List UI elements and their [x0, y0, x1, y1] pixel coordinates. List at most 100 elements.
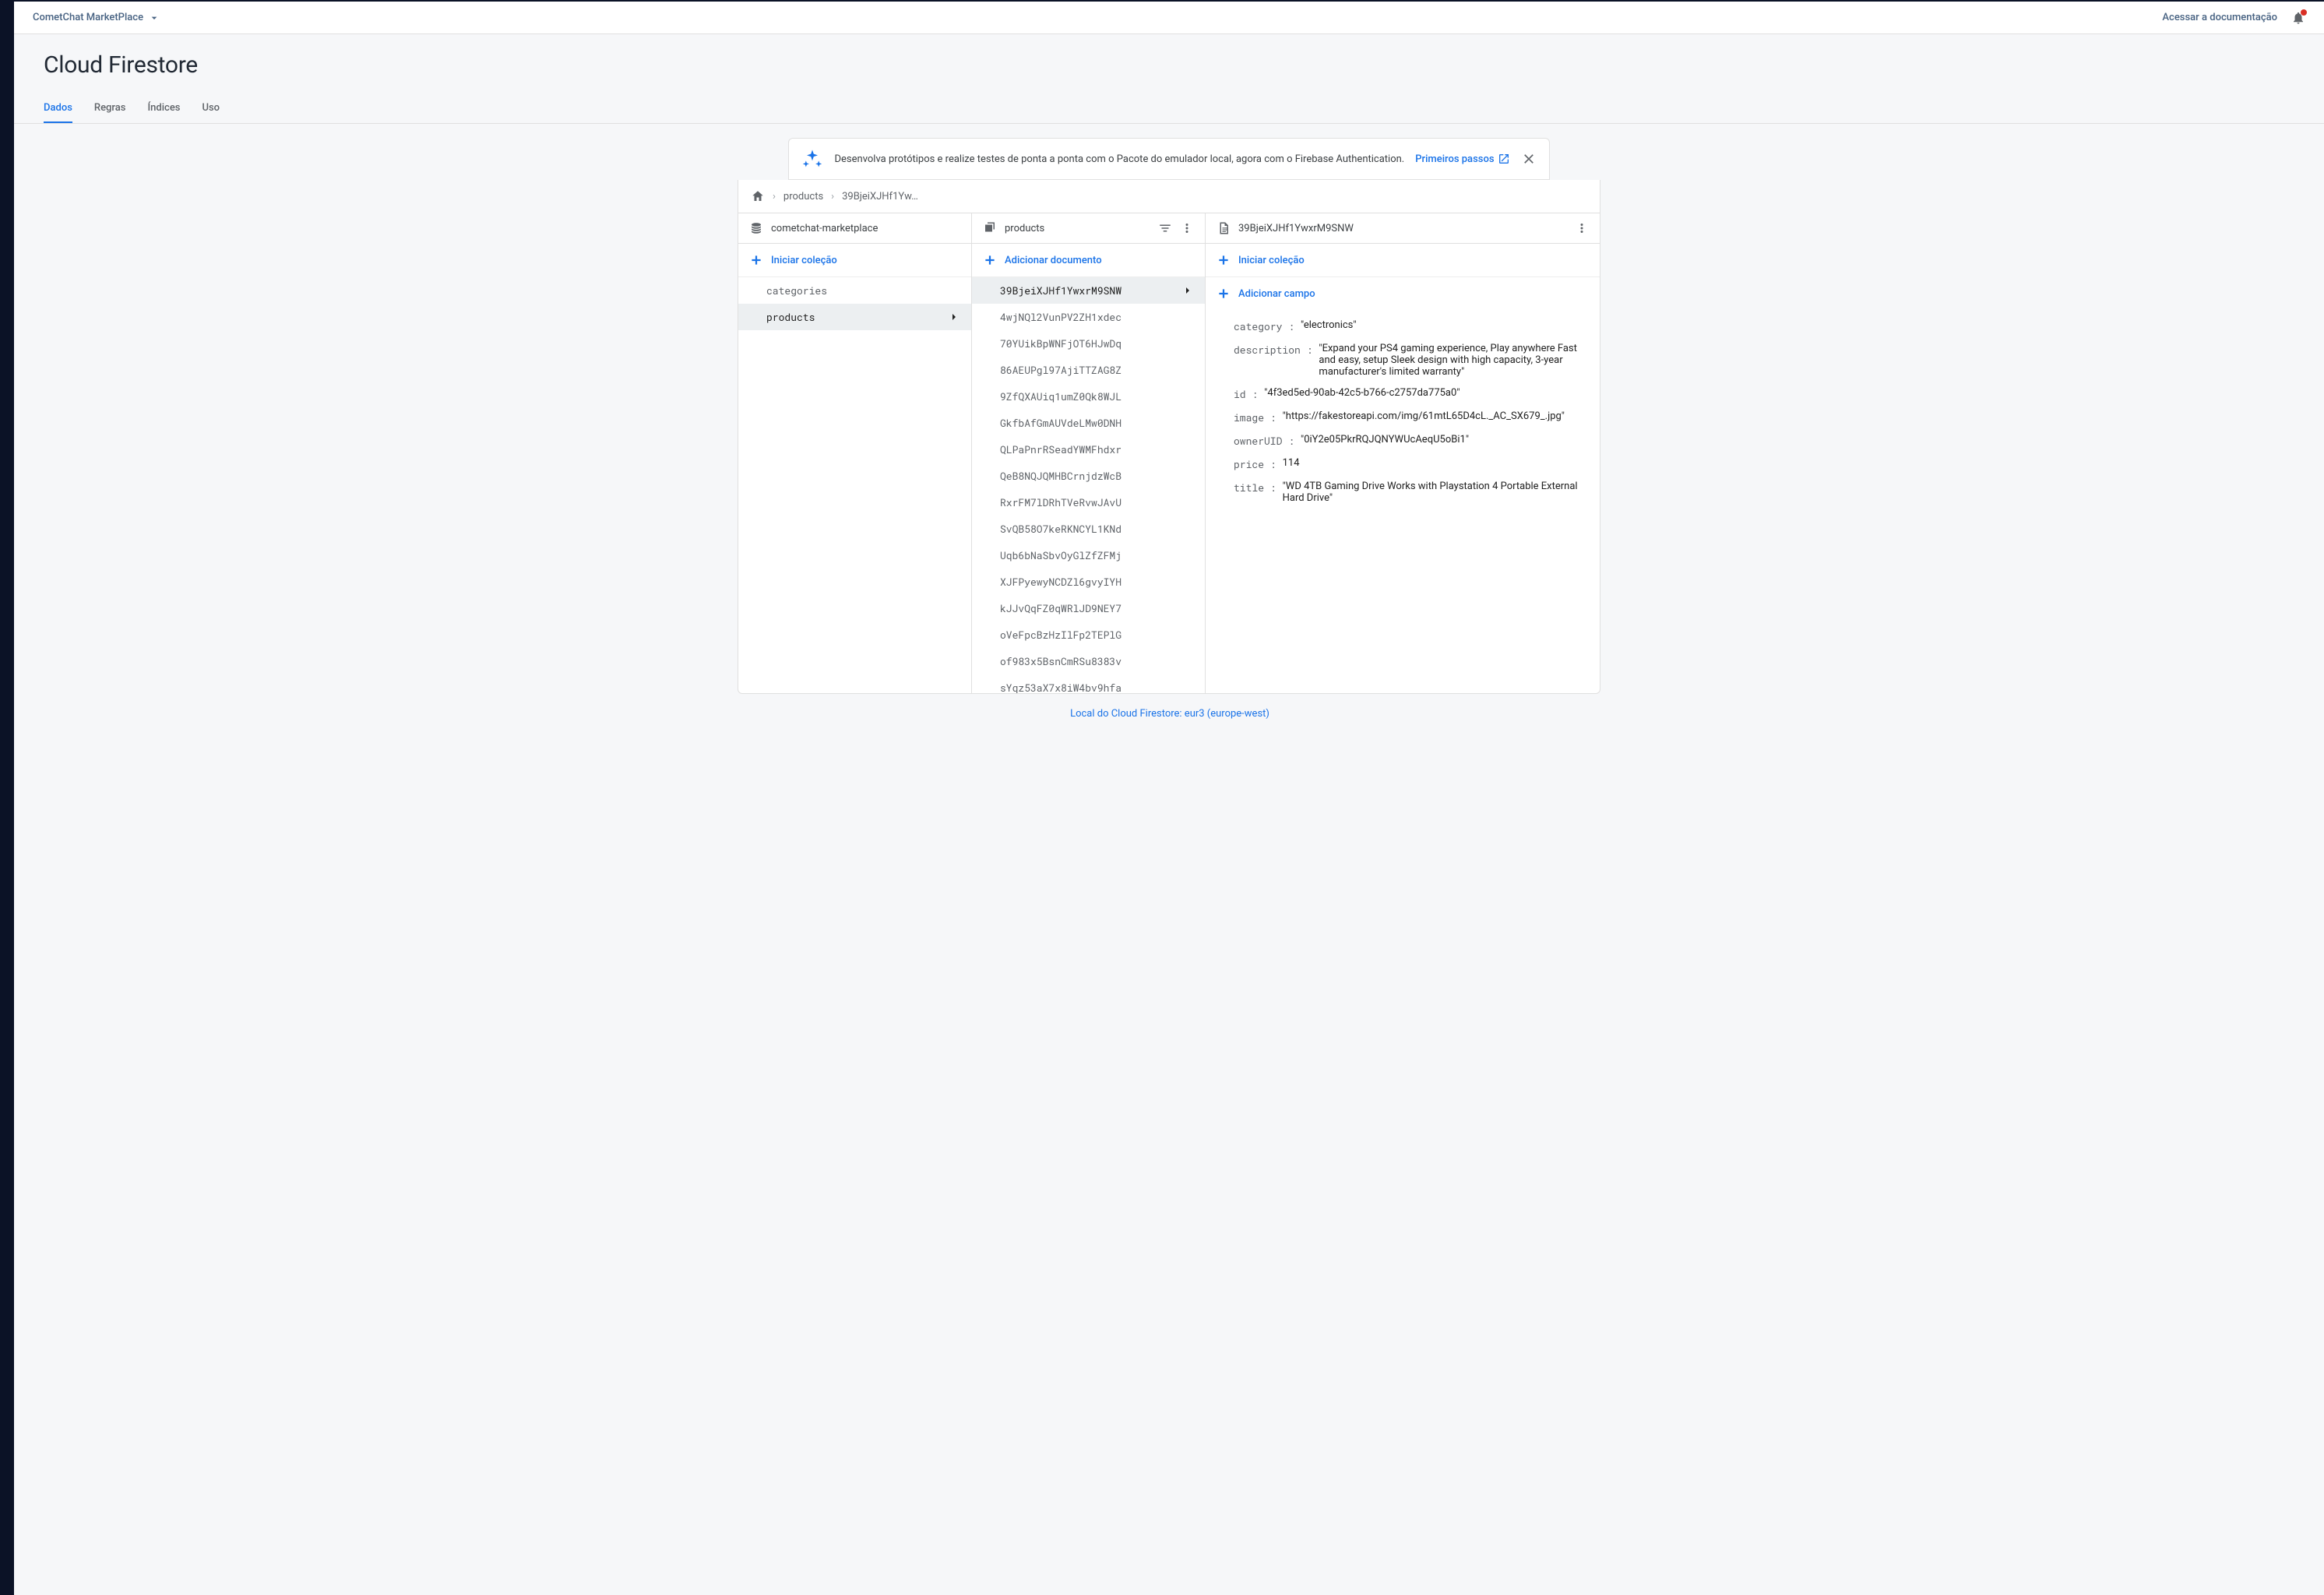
sparkle-icon	[801, 148, 823, 170]
document-item[interactable]: of983x5BsnCmRSu8383v	[972, 648, 1205, 674]
database-icon	[749, 221, 763, 235]
document-item-label: GkfbAfGmAUVdeLMw0DNH	[1000, 416, 1122, 430]
collections-list: categories products	[738, 277, 971, 693]
add-document-label: Adicionar documento	[1005, 255, 1102, 266]
field-row[interactable]: price : 114	[1206, 452, 1600, 476]
field-value: electronics	[1301, 319, 1357, 331]
field-key: title :	[1234, 481, 1276, 495]
add-field-label: Adicionar campo	[1238, 288, 1315, 300]
field-key: id :	[1234, 387, 1258, 401]
document-item-label: oVeFpcBzHzIlFp2TEPlG	[1000, 628, 1122, 642]
field-row[interactable]: description : Expand your PS4 gaming expe…	[1206, 338, 1600, 382]
notifications-button[interactable]	[2291, 11, 2305, 25]
field-key: description :	[1234, 343, 1312, 357]
document-item-label: Uqb6bNaSbvOyGlZfZFMj	[1000, 548, 1122, 562]
breadcrumb-document[interactable]: 39BjeiXJHf1Yw…	[842, 191, 918, 202]
field-row[interactable]: image : https://fakestoreapi.com/img/61mt…	[1206, 406, 1600, 429]
tab-índices[interactable]: Índices	[147, 94, 180, 123]
more-menu-icon[interactable]	[1180, 221, 1194, 235]
field-value: Expand your PS4 gaming experience, Play …	[1319, 343, 1586, 378]
field-value: 0iY2e05PkrRQJQNYWUcAeqU5oBi1	[1301, 434, 1469, 445]
document-item[interactable]: SvQB58O7keRKNCYL1KNd	[972, 516, 1205, 542]
document-item-label: SvQB58O7keRKNCYL1KNd	[1000, 522, 1122, 536]
documentation-link[interactable]: Acessar a documentação	[2162, 12, 2277, 23]
field-key: ownerUID :	[1234, 434, 1294, 448]
start-subcollection-label: Iniciar coleção	[1238, 255, 1305, 266]
document-icon	[1217, 221, 1231, 235]
panel-document-title: 39BjeiXJHf1YwxrM9SNW	[1238, 223, 1354, 234]
tab-uso[interactable]: Uso	[202, 94, 220, 123]
firestore-location-link[interactable]: Local do Cloud Firestore: eur3 (europe-w…	[1069, 708, 1269, 720]
plus-icon	[1217, 253, 1231, 267]
add-document-button[interactable]: Adicionar documento	[972, 244, 1205, 277]
field-value: https://fakestoreapi.com/img/61mtL65D4cL…	[1283, 410, 1565, 422]
field-key: category :	[1234, 319, 1294, 333]
banner-link[interactable]: Primeiros passos	[1415, 153, 1509, 165]
project-name: CometChat MarketPlace	[33, 12, 143, 23]
documents-list: 39BjeiXJHf1YwxrM9SNW 4wjNQl2VunPV2ZH1xdec…	[972, 277, 1205, 693]
tabs-bar: Dados Regras Índices Uso	[14, 94, 2324, 124]
tab-regras[interactable]: Regras	[94, 94, 126, 123]
document-item[interactable]: kJJvQqFZ0qWRlJD9NEY7	[972, 595, 1205, 621]
banner-link-label: Primeiros passos	[1415, 153, 1494, 165]
project-selector[interactable]: CometChat MarketPlace	[33, 12, 160, 24]
home-icon[interactable]	[751, 189, 765, 203]
document-item[interactable]: QLPaPnrRSeadYWMFhdxr	[972, 436, 1205, 463]
emulator-banner: Desenvolva protótipos e realize testes d…	[788, 138, 1549, 180]
field-row[interactable]: id :4f3ed5ed-90ab-42c5-b766-c2757da775a0	[1206, 382, 1600, 406]
app-sidebar[interactable]	[0, 0, 14, 1595]
document-item[interactable]: 39BjeiXJHf1YwxrM9SNW	[972, 277, 1205, 304]
document-item-label: 9ZfQXAUiq1umZ0Qk8WJL	[1000, 389, 1122, 403]
document-item-label: 70YUikBpWNFjOT6HJwDq	[1000, 336, 1122, 350]
field-row[interactable]: category : electronics	[1206, 315, 1600, 338]
plus-icon	[749, 253, 763, 267]
document-item-label: of983x5BsnCmRSu8383v	[1000, 654, 1122, 668]
add-field-button[interactable]: Adicionar campo	[1206, 277, 1600, 310]
more-menu-icon[interactable]	[1575, 221, 1589, 235]
notification-badge	[2301, 9, 2307, 16]
start-collection-label: Iniciar coleção	[771, 255, 837, 266]
document-item-label: sYqz53aX7x8iW4bv9hfa	[1000, 681, 1122, 693]
page-header: Cloud Firestore	[14, 34, 2324, 79]
document-item[interactable]: 86AEUPgl97AjiTTZAG8Z	[972, 357, 1205, 383]
document-item[interactable]: XJFPyewyNCDZl6gvyIYH	[972, 569, 1205, 595]
breadcrumb-collection[interactable]: products	[783, 191, 823, 202]
document-item[interactable]: Uqb6bNaSbvOyGlZfZFMj	[972, 542, 1205, 569]
start-collection-button[interactable]: Iniciar coleção	[738, 244, 971, 277]
document-item[interactable]: 9ZfQXAUiq1umZ0Qk8WJL	[972, 383, 1205, 410]
field-row[interactable]: title : WD 4TB Gaming Drive Works with Pl…	[1206, 476, 1600, 509]
document-item-label: QLPaPnrRSeadYWMFhdxr	[1000, 442, 1122, 456]
document-item[interactable]: QeB8NQJQMHBCrnjdzWcB	[972, 463, 1205, 489]
filter-icon[interactable]	[1158, 221, 1172, 235]
collection-item-label: categories	[766, 283, 827, 298]
panel-collection-title: products	[1005, 223, 1044, 234]
document-item[interactable]: GkfbAfGmAUVdeLMw0DNH	[972, 410, 1205, 436]
collection-item[interactable]: categories	[738, 277, 971, 304]
plus-icon	[983, 253, 997, 267]
document-item[interactable]: 70YUikBpWNFjOT6HJwDq	[972, 330, 1205, 357]
document-item-label: RxrFM7lDRhTVeRvwJAvU	[1000, 495, 1122, 509]
field-key: price :	[1234, 457, 1276, 471]
banner-text: Desenvolva protótipos e realize testes d…	[834, 153, 1404, 165]
document-item[interactable]: 4wjNQl2VunPV2ZH1xdec	[972, 304, 1205, 330]
document-item[interactable]: RxrFM7lDRhTVeRvwJAvU	[972, 489, 1205, 516]
field-value: 114	[1283, 457, 1300, 469]
panel-document: 39BjeiXJHf1YwxrM9SNW Iniciar coleção Adi…	[1206, 213, 1600, 693]
field-value: WD 4TB Gaming Drive Works with Playstati…	[1283, 481, 1586, 504]
chevron-right-icon	[1181, 284, 1194, 297]
data-explorer: › products › 39BjeiXJHf1Yw… cometchat-ma…	[738, 180, 1600, 694]
field-key: image :	[1234, 410, 1276, 424]
start-subcollection-button[interactable]: Iniciar coleção	[1206, 244, 1600, 277]
tab-dados[interactable]: Dados	[44, 94, 72, 123]
breadcrumb-chevron: ›	[773, 191, 776, 202]
collection-item[interactable]: products	[738, 304, 971, 330]
field-row[interactable]: ownerUID : 0iY2e05PkrRQJQNYWUcAeqU5oBi1	[1206, 429, 1600, 452]
document-item-label: 4wjNQl2VunPV2ZH1xdec	[1000, 310, 1122, 324]
external-link-icon	[1498, 153, 1510, 165]
document-item[interactable]: oVeFpcBzHzIlFp2TEPlG	[972, 621, 1205, 648]
chevron-right-icon	[948, 311, 960, 323]
plus-icon	[1217, 287, 1231, 301]
collection-icon	[983, 221, 997, 235]
banner-close-button[interactable]	[1521, 151, 1537, 167]
document-item[interactable]: sYqz53aX7x8iW4bv9hfa	[972, 674, 1205, 693]
